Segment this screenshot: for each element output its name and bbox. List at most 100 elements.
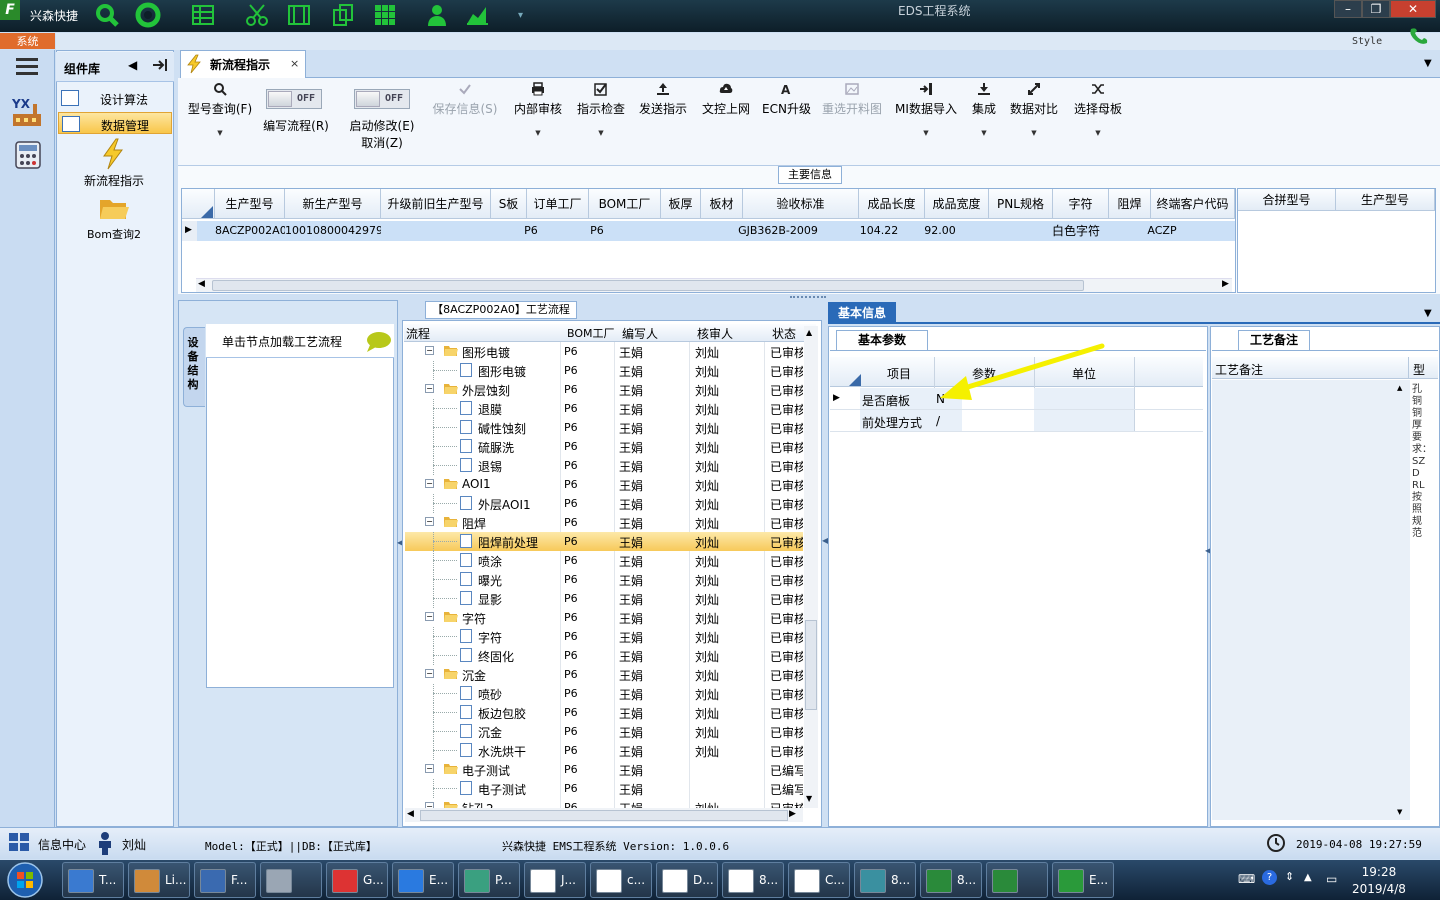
tree-node[interactable]: − 沉金 P6 王娟 刘灿 已审核 [405,665,803,684]
tile-bom-query-label[interactable]: Bom查询2 [58,226,170,242]
col-header[interactable]: BOM工厂 [589,189,661,219]
chevron-down-icon[interactable]: ▼ [966,129,1002,137]
phone-icon[interactable] [1408,26,1430,46]
collapse-toggle-icon[interactable]: − [425,479,434,488]
tree-node[interactable]: 退膜 P6 王娟 刘灿 已审核 [405,399,803,418]
area-chart-icon[interactable] [464,2,490,28]
tab-basic-info[interactable]: 基本信息 [828,302,896,324]
tree-node[interactable]: 喷涂 P6 王娟 刘灿 已审核 [405,551,803,570]
col-header[interactable]: 成品长度 [859,189,925,219]
system-menu-tab[interactable]: 系统 [0,33,55,49]
scroll-right-icon[interactable]: ▶ [1222,279,1229,289]
close-window-button[interactable]: ✕ [1390,0,1436,18]
restore-button[interactable]: ❐ [1362,0,1390,18]
search-icon[interactable] [94,2,120,28]
taskbar-app-button[interactable]: c... [590,862,652,898]
keyboard-icon[interactable]: ⌨ [1238,872,1255,886]
model-query-button[interactable]: 型号查询(F) ▼ [184,80,256,137]
taskbar-app-button[interactable]: C... [788,862,850,898]
taskbar-app-button[interactable] [986,862,1048,898]
col-header[interactable]: 生产型号 [1336,189,1435,211]
cell[interactable] [381,222,491,240]
tree-node[interactable]: − 外层蚀刻 P6 王娟 刘灿 已审核 [405,380,803,399]
chevron-down-icon[interactable]: ▼ [892,129,960,137]
speech-bubble-icon[interactable] [364,331,392,353]
tree-node[interactable]: 水洗烘干 P6 王娟 刘灿 已审核 [405,741,803,760]
taskbar-app-button[interactable]: D... [656,862,718,898]
chevron-down-icon[interactable]: ▼ [574,129,628,137]
apps-icon[interactable] [372,2,398,28]
hamburger-menu-icon[interactable] [14,56,40,76]
tree-node[interactable]: 字符 P6 王娟 刘灿 已审核 [405,627,803,646]
ecn-upgrade-button[interactable]: A ECN升级 [762,80,811,117]
taskbar-app-button[interactable]: 8... [920,862,982,898]
chevron-down-icon[interactable]: ▼ [184,129,256,137]
col-header[interactable]: 阻焊 [1109,189,1151,219]
folder-open-icon[interactable] [98,196,130,222]
minimize-button[interactable]: – [1334,0,1362,18]
save-info-button[interactable]: 保存信息(S) [430,80,500,117]
chevron-down-icon[interactable]: ▼ [1070,129,1126,137]
cell[interactable]: 92.00 [908,222,972,240]
collapse-toggle-icon[interactable]: − [425,764,434,773]
collapse-left-icon[interactable]: ◀ [128,58,137,72]
taskbar-app-button[interactable]: F... [194,862,256,898]
taskbar-app-button[interactable]: 8... [854,862,916,898]
col-header[interactable]: 订单工厂 [527,189,589,219]
col-header[interactable]: 升级前旧生产型号 [381,189,491,219]
col-header[interactable]: 板材 [701,189,743,219]
chevron-down-icon[interactable]: ▼ [510,129,566,137]
cell[interactable]: 白色字符 [1048,222,1104,240]
col-header[interactable]: 流程 [406,325,430,342]
collapse-toggle-icon[interactable]: − [425,346,434,355]
tree-node[interactable]: 外层AOI1 P6 王娟 刘灿 已审核 [405,494,803,513]
calculator-icon[interactable] [14,140,42,170]
tree-node[interactable]: 显影 P6 王娟 刘灿 已审核 [405,589,803,608]
tree-node[interactable]: 电子测试 P6 王娟 已编写 [405,779,803,798]
tab-basic-params[interactable]: 基本参数 [836,330,928,350]
cell[interactable]: 10010800042979 [285,222,381,240]
tray-expand-icon[interactable]: ▲ [1304,872,1312,883]
col-header[interactable]: 合拼型号 [1238,189,1336,211]
taskbar-app-button[interactable]: 8... [722,862,784,898]
col-header[interactable]: S板 [491,189,527,219]
reselect-cutting-chart-button[interactable]: 重选开料图 [818,80,886,117]
scrollbar-thumb[interactable] [212,280,1084,291]
grid-table-icon[interactable] [190,2,216,28]
mi-data-import-button[interactable]: MI数据导入 ▼ [892,80,960,137]
param-value[interactable]: / [936,414,940,428]
integrate-button[interactable]: 集成 ▼ [966,80,1002,137]
scroll-up-icon[interactable]: ▲ [806,328,812,337]
tree-node[interactable]: 曝光 P6 王娟 刘灿 已审核 [405,570,803,589]
col-header[interactable]: 生产型号 [215,189,285,219]
start-modify-toggle[interactable]: OFF [354,89,410,109]
tree-node[interactable]: 退锡 P6 王娟 刘灿 已审核 [405,456,803,475]
note-text-area[interactable] [1212,380,1410,820]
vertical-scrollbar[interactable] [804,326,818,808]
tab-close-icon[interactable]: × [290,57,299,70]
scroll-left-icon[interactable]: ◀ [407,809,414,819]
dock-right-icon[interactable] [152,58,168,72]
scroll-down-icon[interactable]: ▼ [806,794,812,803]
tree-node[interactable]: − 图形电镀 P6 王娟 刘灿 已审核 [405,342,803,361]
col-header[interactable]: 新生产型号 [285,189,381,219]
cell[interactable]: P6 [566,222,628,240]
tree-node[interactable]: − AOI1 P6 王娟 刘灿 已审核 [405,475,803,494]
sidebar-item-design-algorithm[interactable]: 设计算法 [58,87,172,109]
send-instruction-button[interactable]: 发送指示 [636,80,690,117]
tree-node[interactable]: 板边包胶 P6 王娟 刘灿 已审核 [405,703,803,722]
scroll-down-icon[interactable]: ▼ [1397,808,1402,816]
taskbar-app-button[interactable]: Li... [128,862,190,898]
scroll-left-icon[interactable]: ◀ [198,279,205,289]
scroll-up-icon[interactable]: ▲ [1397,384,1402,392]
cell[interactable]: GJB362B-2009 [720,222,836,240]
col-header[interactable]: 核审人 [697,325,733,342]
chevron-down-icon[interactable]: ▼ [1008,129,1060,137]
data-compare-button[interactable]: 数据对比 ▼ [1008,80,1060,137]
tree-node[interactable]: 阻焊前处理 P6 王娟 刘灿 已审核 [405,532,803,551]
tree-node[interactable]: − 阻焊 P6 王娟 刘灿 已审核 [405,513,803,532]
taskbar-app-button[interactable]: E... [392,862,454,898]
film-icon[interactable] [286,2,312,28]
scissors-icon[interactable] [244,2,270,28]
tree-node[interactable]: − 电子测试 P6 王娟 已编写 [405,760,803,779]
